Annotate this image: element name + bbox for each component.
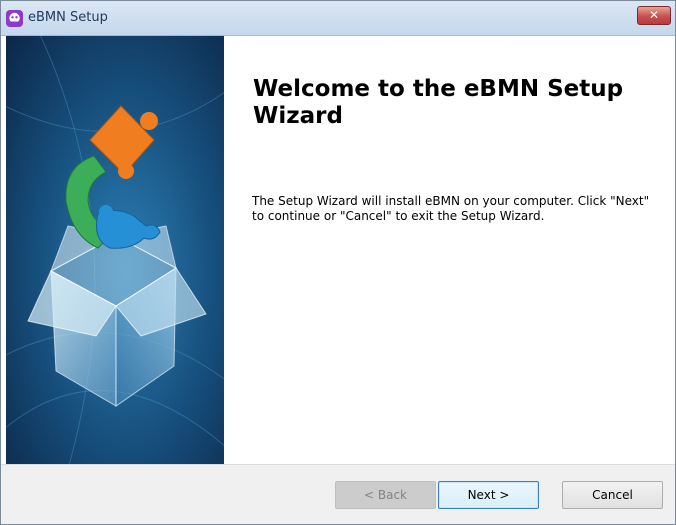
back-button[interactable]: < Back	[335, 481, 436, 509]
next-button[interactable]: Next >	[438, 481, 539, 509]
footer-divider	[1, 464, 675, 465]
wizard-content: Welcome to the eBMN Setup Wizard The Set…	[1, 36, 675, 464]
wizard-heading: Welcome to the eBMN Setup Wizard	[253, 76, 624, 129]
title-bar[interactable]: eBMN Setup ✕	[1, 1, 675, 36]
cancel-button[interactable]: Cancel	[562, 481, 663, 509]
window-title: eBMN Setup	[28, 10, 108, 25]
close-button[interactable]: ✕	[637, 6, 671, 25]
wizard-side-banner	[6, 36, 224, 464]
close-icon: ✕	[648, 8, 660, 22]
setup-window: eBMN Setup ✕ Welcome to the eBMN Setup W…	[0, 0, 676, 525]
wizard-description: The Setup Wizard will install eBMN on yo…	[252, 194, 650, 223]
ebmn-app-icon	[6, 10, 23, 27]
